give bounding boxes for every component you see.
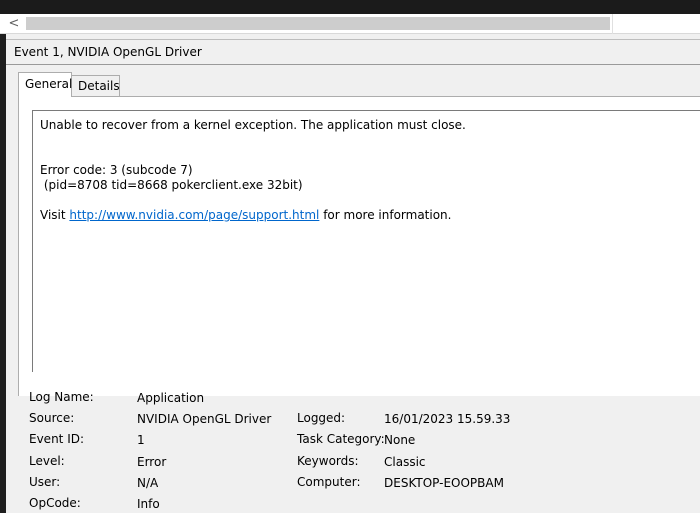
task-category-label: Task Category:: [297, 432, 385, 446]
scroll-left-icon[interactable]: <: [6, 16, 22, 32]
event-properties-panel: Event 1, NVIDIA OpenGL Driver General De…: [6, 34, 700, 513]
level-value: Error: [137, 455, 167, 469]
event-id-value: 1: [137, 433, 145, 447]
keywords-label: Keywords:: [297, 454, 359, 468]
opcode-value: Info: [137, 497, 160, 511]
description-line: Visit http://www.nvidia.com/page/support…: [40, 208, 451, 222]
tab-general[interactable]: General: [18, 72, 72, 97]
source-value: NVIDIA OpenGL Driver: [137, 412, 272, 426]
event-details-grid: Log Name: Application Source: NVIDIA Ope…: [6, 384, 700, 513]
description-line: Unable to recover from a kernel exceptio…: [40, 118, 466, 132]
log-name-label: Log Name:: [29, 390, 94, 404]
description-line: Error code: 3 (subcode 7): [40, 163, 193, 177]
user-label: User:: [29, 475, 61, 489]
horizontal-scrollbar[interactable]: <: [0, 14, 700, 34]
computer-value: DESKTOP-EOOPBAM: [384, 476, 504, 490]
logged-value: 16/01/2023 15.59.33: [384, 412, 511, 426]
source-label: Source:: [29, 411, 75, 425]
visit-prefix: Visit: [40, 208, 70, 222]
computer-label: Computer:: [297, 475, 361, 489]
divider: [6, 64, 700, 65]
event-title: Event 1, NVIDIA OpenGL Driver: [14, 45, 202, 59]
task-category-value: None: [384, 433, 416, 447]
user-value: N/A: [137, 476, 159, 490]
support-link[interactable]: http://www.nvidia.com/page/support.html: [69, 208, 319, 222]
event-description-box[interactable]: Unable to recover from a kernel exceptio…: [32, 110, 700, 372]
tab-details[interactable]: Details: [72, 75, 120, 97]
divider: [6, 39, 700, 40]
scrollbar-divider: [612, 14, 613, 34]
scrollbar-thumb[interactable]: [26, 17, 610, 30]
top-dark-strip: [0, 0, 700, 14]
description-line: (pid=8708 tid=8668 pokerclient.exe 32bit…: [40, 178, 303, 192]
event-id-label: Event ID:: [29, 432, 85, 446]
level-label: Level:: [29, 454, 65, 468]
keywords-value: Classic: [384, 455, 426, 469]
opcode-label: OpCode:: [29, 496, 81, 510]
log-name-value: Application: [137, 391, 205, 405]
logged-label: Logged:: [297, 411, 346, 425]
visit-suffix: for more information.: [319, 208, 452, 222]
